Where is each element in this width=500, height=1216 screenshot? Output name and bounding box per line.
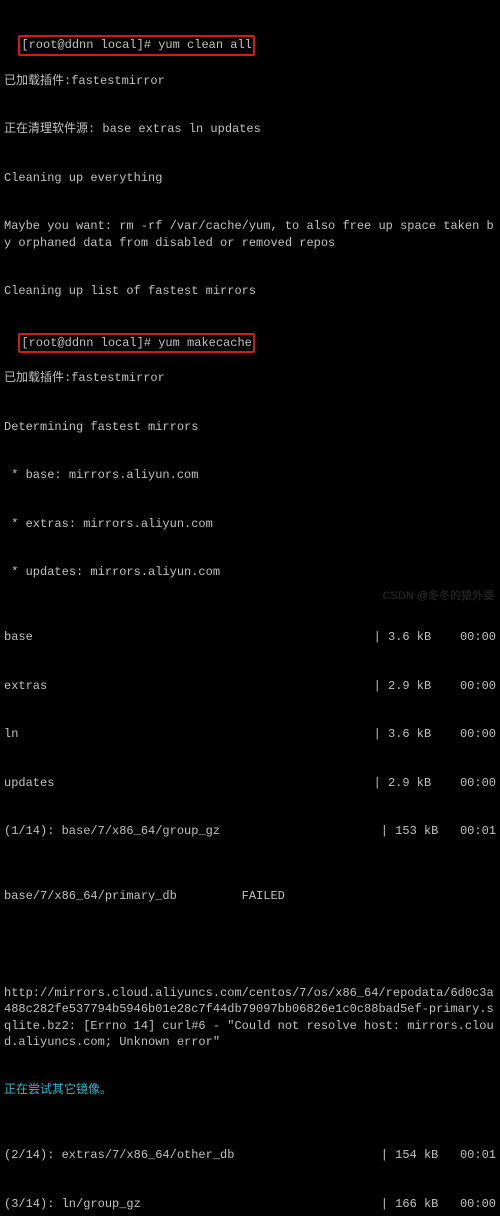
out-line: * extras: mirrors.aliyun.com (4, 516, 496, 532)
repo-size: | 3.6 kB (374, 630, 432, 644)
dl-size: | 166 kB (381, 1197, 439, 1211)
repo-time: 00:00 (460, 776, 496, 790)
terminal-output: [root@ddnn local]# yum clean all 已加载插件:f… (0, 0, 500, 1216)
repo-row: (1/14): base/7/x86_64/group_gz | 153 kB … (4, 823, 496, 839)
command-1: yum clean all (158, 38, 252, 52)
out-line: 正在清理软件源: base extras ln updates (4, 121, 496, 137)
repo-size: | 2.9 kB (374, 679, 432, 693)
out-line: 已加载插件:fastestmirror (4, 73, 496, 89)
prompt-line-2: [root@ddnn local]# (21, 336, 158, 350)
repo-name: base (4, 629, 33, 645)
repo-time: 00:00 (460, 679, 496, 693)
out-line: Maybe you want: rm -rf /var/cache/yum, t… (4, 218, 496, 250)
repo-name: ln (4, 726, 18, 742)
repo-row: extras | 2.9 kB 00:00 (4, 678, 496, 694)
retry-line: 正在尝试其它镜像。 (4, 1082, 496, 1098)
out-line: Cleaning up everything (4, 170, 496, 186)
repo-row: ln | 3.6 kB 00:00 (4, 726, 496, 742)
out-line: * base: mirrors.aliyun.com (4, 467, 496, 483)
dl-name: (3/14): ln/group_gz (4, 1196, 141, 1212)
failed-line: base/7/x86_64/primary_db FAILED (4, 888, 496, 904)
highlight-1: [root@ddnn local]# yum clean all (18, 35, 254, 55)
download-row: (2/14): extras/7/x86_64/other_db | 154 k… (4, 1147, 496, 1163)
prompt-line-1: [root@ddnn local]# (21, 38, 158, 52)
blank-line (4, 937, 496, 953)
repo-size: | 2.9 kB (374, 776, 432, 790)
repo-size: | 3.6 kB (374, 727, 432, 741)
dl-time: 00:01 (460, 1148, 496, 1162)
command-2: yum makecache (158, 336, 252, 350)
repo-row: updates | 2.9 kB 00:00 (4, 775, 496, 791)
highlight-2: [root@ddnn local]# yum makecache (18, 333, 254, 353)
out-line: Cleaning up list of fastest mirrors (4, 283, 496, 299)
repo-row: base | 3.6 kB 00:00 (4, 629, 496, 645)
repo-name: extras (4, 678, 47, 694)
download-row: (3/14): ln/group_gz | 166 kB 00:00 (4, 1196, 496, 1212)
out-line: Determining fastest mirrors (4, 419, 496, 435)
repo-name: updates (4, 775, 54, 791)
repo-size: | 153 kB (381, 824, 439, 838)
repo-name: (1/14): base/7/x86_64/group_gz (4, 823, 220, 839)
dl-name: (2/14): extras/7/x86_64/other_db (4, 1147, 234, 1163)
out-line: * updates: mirrors.aliyun.com (4, 564, 496, 580)
out-line: 已加载插件:fastestmirror (4, 370, 496, 386)
dl-size: | 154 kB (381, 1148, 439, 1162)
dl-time: 00:00 (460, 1197, 496, 1211)
error-line: http://mirrors.cloud.aliyuncs.com/centos… (4, 985, 496, 1050)
repo-time: 00:00 (460, 727, 496, 741)
repo-time: 00:01 (460, 824, 496, 838)
repo-time: 00:00 (460, 630, 496, 644)
